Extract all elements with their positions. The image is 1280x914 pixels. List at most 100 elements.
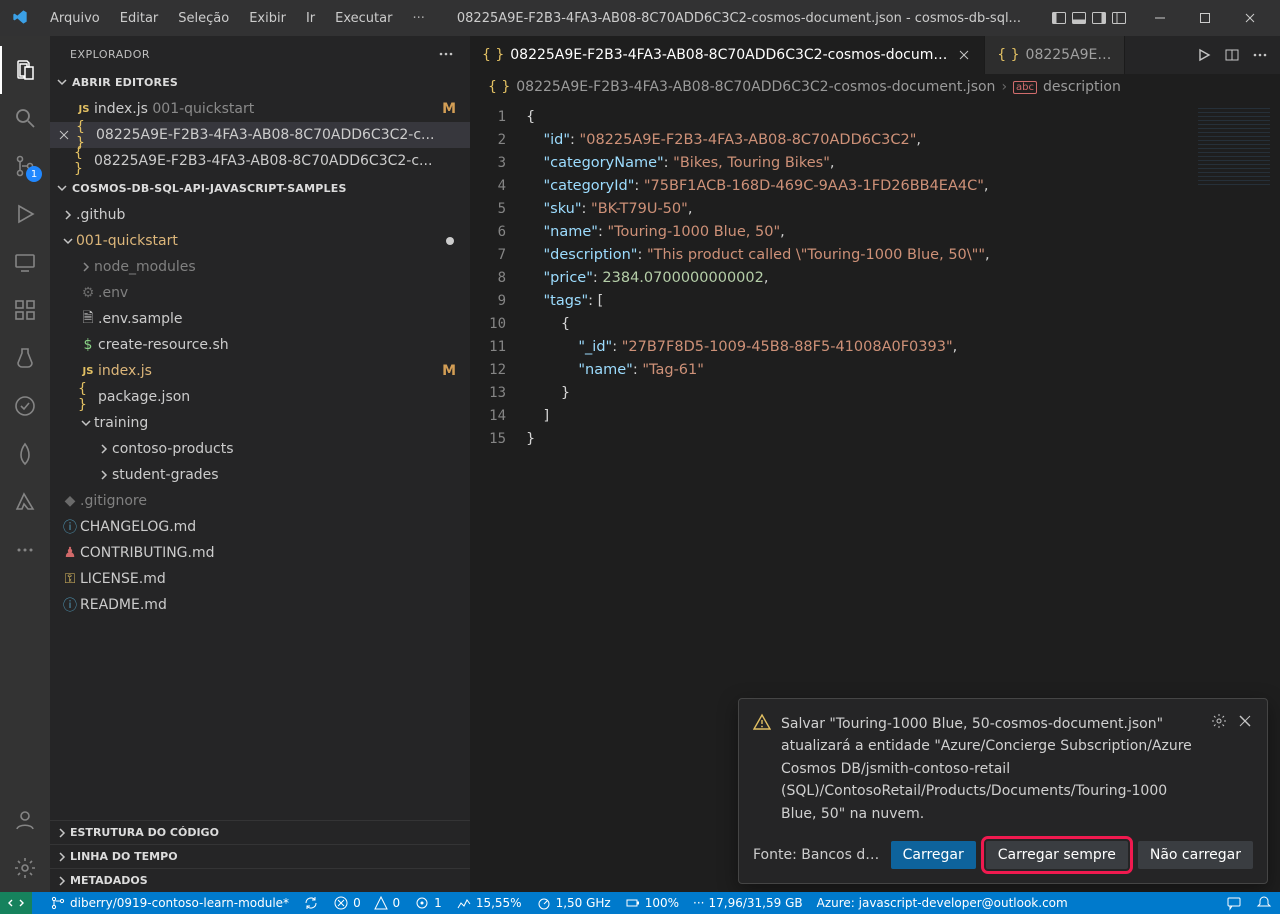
load-always-button[interactable]: Carregar sempre [986,841,1128,869]
tab-active[interactable]: { } 08225A9E-F2B3-4FA3-AB08-8C70ADD6C3C2… [470,36,985,74]
chevron-down-icon [54,180,70,196]
scm-badge: 1 [26,166,42,182]
info-icon: ⓘ [60,517,80,537]
folder-training[interactable]: training [50,410,470,436]
activity-source-control[interactable]: 1 [0,142,50,190]
status-battery[interactable]: 100% [625,895,679,911]
menu-ir[interactable]: Ir [298,7,323,30]
symbol-string-icon: abc [1013,81,1037,94]
open-editor-indexjs[interactable]: JS index.js 001-quickstart M [50,96,470,122]
activity-search[interactable] [0,94,50,142]
more-icon[interactable] [1252,47,1268,63]
tab-label: 08225A9E-F2B3-4FA3-AB08-8C70ADD6C3C2-cos… [510,47,950,63]
gutter: 123456789101112131415 [470,100,516,892]
close-icon[interactable] [956,47,972,63]
tab-inactive[interactable]: { } 08225A9E-F2B3 [985,36,1124,74]
file-contributing[interactable]: ♟CONTRIBUTING.md [50,540,470,566]
close-icon[interactable] [56,127,72,143]
status-branch[interactable]: diberry/0919-contoso-learn-module* [50,895,289,911]
activity-mongodb[interactable] [0,430,50,478]
status-sync[interactable] [303,895,319,911]
open-editor-cosmos2[interactable]: { } 08225A9E-F2B3-4FA3-AB08-8C70ADD6C3C2… [50,148,470,174]
run-icon[interactable] [1196,47,1212,63]
menu-editar[interactable]: Editar [112,7,167,30]
vscode-logo-icon [12,9,30,27]
toast-message: Salvar "Touring-1000 Blue, 50-cosmos-doc… [781,713,1201,825]
key-icon: ⚿ [60,571,80,587]
file-readme[interactable]: ⓘREADME.md [50,592,470,618]
window-minimize-button[interactable] [1137,0,1182,36]
breadcrumb[interactable]: { } 08225A9E-F2B3-4FA3-AB08-8C70ADD6C3C2… [470,74,1280,100]
activity-explorer[interactable] [0,46,50,94]
outline-header[interactable]: ESTRUTURA DO CÓDIGO [50,820,470,844]
status-azure[interactable]: Azure: javascript-developer@outlook.com [817,896,1068,910]
file-env[interactable]: ⚙.env [50,280,470,306]
split-icon[interactable] [1224,47,1240,63]
status-memory[interactable]: ···17,96/31,59 GB [693,896,803,910]
chevron-right-icon [60,207,76,223]
activity-remote-explorer[interactable] [0,238,50,286]
chevron-right-icon [96,467,112,483]
file-create-resource[interactable]: $create-resource.sh [50,332,470,358]
menu-more-icon[interactable]: ··· [404,7,432,30]
activity-bar: 1 [0,36,50,892]
json-file-icon: { } [74,145,94,177]
file-env-sample[interactable]: 🗎.env.sample [50,306,470,332]
activity-account[interactable] [0,796,50,844]
activity-extensions[interactable] [0,286,50,334]
layout-custom-icon[interactable] [1111,10,1127,26]
menu-exibir[interactable]: Exibir [241,7,294,30]
panel-right-icon[interactable] [1091,10,1107,26]
status-cpu[interactable]: 15,55% [456,895,522,911]
folder-contoso-products[interactable]: contoso-products [50,436,470,462]
folder-student-grades[interactable]: student-grades [50,462,470,488]
panel-bottom-icon[interactable] [1071,10,1087,26]
window-maximize-button[interactable] [1182,0,1227,36]
status-bar: diberry/0919-contoso-learn-module* 0 0 1… [0,892,1280,914]
activity-manage[interactable] [0,844,50,892]
dont-load-button[interactable]: Não carregar [1138,841,1253,869]
chevron-right-icon [96,441,112,457]
explorer-sidebar: EXPLORADOR ABRIR EDITORES JS index.js 00… [50,36,470,892]
open-editor-cosmos1[interactable]: { } 08225A9E-F2B3-4FA3-AB08-8C70ADD6C3C2… [50,122,470,148]
remote-indicator[interactable] [0,892,32,914]
activity-run-debug[interactable] [0,190,50,238]
file-license[interactable]: ⚿LICENSE.md [50,566,470,592]
menu-arquivo[interactable]: Arquivo [42,7,108,30]
tabs-bar: { } 08225A9E-F2B3-4FA3-AB08-8C70ADD6C3C2… [470,36,1280,74]
panel-left-icon[interactable] [1051,10,1067,26]
menu-selecao[interactable]: Seleção [170,7,237,30]
status-ghz[interactable]: 1,50 GHz [536,895,611,911]
file-gitignore[interactable]: ◆.gitignore [50,488,470,514]
file-package-json[interactable]: { }package.json [50,384,470,410]
window-close-button[interactable] [1227,0,1272,36]
metadata-header[interactable]: METADADOS [50,868,470,892]
sidebar-more-icon[interactable] [438,46,454,62]
project-header[interactable]: COSMOS-DB-SQL-API-JAVASCRIPT-SAMPLES [50,176,470,200]
activity-more-icon[interactable] [0,526,50,574]
menu-executar[interactable]: Executar [327,7,400,30]
json-file-icon: { } [488,79,510,95]
open-editors-header[interactable]: ABRIR EDITORES [50,70,470,94]
close-icon[interactable] [1237,713,1253,825]
gear-icon[interactable] [1211,713,1227,825]
activity-azure[interactable] [0,478,50,526]
notification-toast: Salvar "Touring-1000 Blue, 50-cosmos-doc… [738,698,1268,884]
timeline-header[interactable]: LINHA DO TEMPO [50,844,470,868]
folder-node-modules[interactable]: node_modules [50,254,470,280]
activity-testing[interactable] [0,334,50,382]
folder-github[interactable]: .github [50,202,470,228]
minimap[interactable] [1190,100,1280,250]
status-problems[interactable]: 0 0 [333,895,400,911]
chevron-down-icon [54,74,70,90]
file-changelog[interactable]: ⓘCHANGELOG.md [50,514,470,540]
status-ports[interactable]: 1 [414,895,442,911]
file-indexjs[interactable]: JSindex.jsM [50,358,470,384]
status-bell-icon[interactable] [1256,895,1272,911]
chevron-down-icon [78,415,94,431]
status-feedback-icon[interactable] [1226,895,1242,911]
activity-checklist[interactable] [0,382,50,430]
json-file-icon: { } [482,47,504,63]
load-button[interactable]: Carregar [891,841,976,869]
folder-quickstart[interactable]: 001-quickstart [50,228,470,254]
